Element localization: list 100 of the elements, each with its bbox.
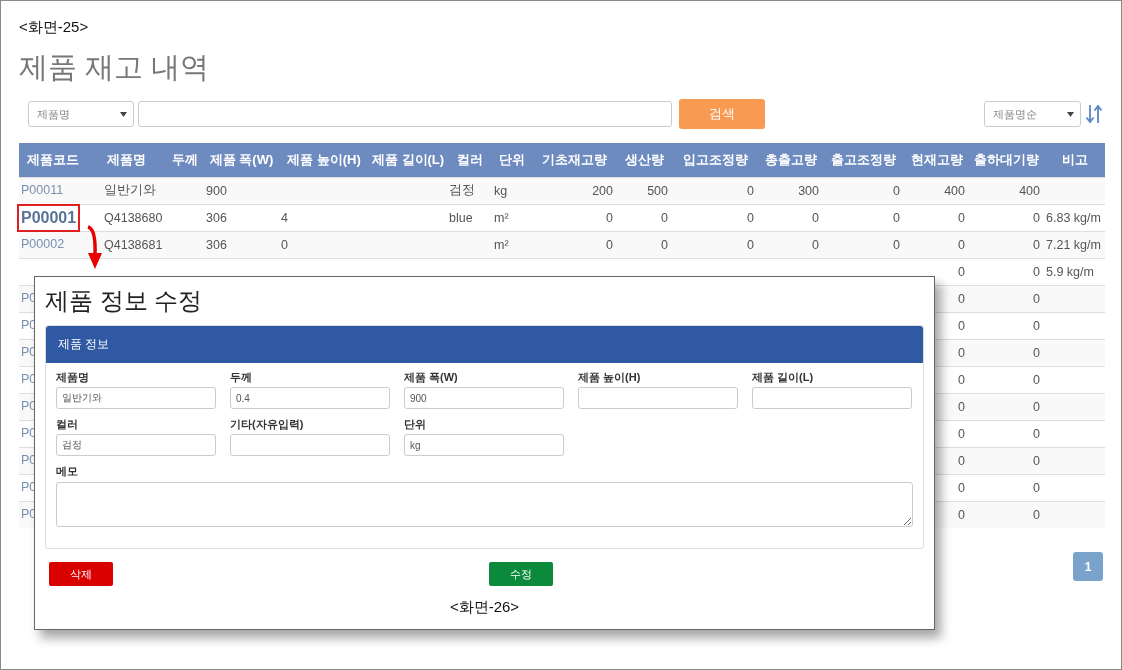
- field-label: 기타(자유입력): [230, 417, 304, 431]
- save-button[interactable]: 수정: [489, 562, 553, 586]
- product-code-link[interactable]: P00002: [21, 237, 65, 252]
- input-field[interactable]: 일반기와: [56, 387, 216, 409]
- field-label: 컬러: [56, 417, 78, 431]
- table-cell: 검정: [449, 183, 475, 197]
- field-label: 제품 폭(W): [404, 370, 458, 384]
- table-cell: 0: [1033, 318, 1040, 333]
- table-cell: 0: [606, 210, 613, 225]
- table-cell: 0: [958, 210, 965, 225]
- table-cell: 0: [958, 264, 965, 279]
- table-cell: 일반기와: [104, 183, 156, 197]
- column-header: 제품 폭(W): [204, 143, 279, 177]
- caret-icon: [120, 111, 127, 117]
- column-header: 기초재고량: [532, 143, 617, 177]
- table-cell: 0: [1033, 507, 1040, 522]
- input-field[interactable]: 900: [404, 387, 564, 409]
- table-cell: 0: [661, 210, 668, 225]
- field-label: 메모: [56, 464, 78, 478]
- column-header: 컬러: [447, 143, 492, 177]
- table-cell: 0: [812, 210, 819, 225]
- table-cell: 0: [812, 237, 819, 252]
- table-cell: 0: [958, 480, 965, 495]
- field-select[interactable]: 제품명: [28, 101, 134, 127]
- table-cell: kg: [494, 183, 508, 198]
- table-cell: 5.9 kg/m: [1046, 264, 1094, 279]
- table-cell: blue: [449, 210, 473, 225]
- page-button[interactable]: 1: [1073, 552, 1103, 581]
- column-header: 총출고량: [758, 143, 823, 177]
- table-cell: 0: [958, 507, 965, 522]
- caret-icon: [1067, 111, 1074, 117]
- table-cell: 400: [1019, 183, 1040, 198]
- table-cell: 0: [958, 345, 965, 360]
- table-cell: 0: [893, 210, 900, 225]
- column-header: 제품 높이(H): [279, 143, 369, 177]
- page-title: 제품 재고 내역: [19, 50, 210, 85]
- input-field[interactable]: [578, 387, 738, 409]
- table-cell: 0: [1033, 345, 1040, 360]
- sort-icon[interactable]: [1085, 104, 1103, 124]
- sort-select[interactable]: 제품명순: [984, 101, 1081, 127]
- table-cell: 200: [592, 183, 613, 198]
- table-cell: 300: [798, 183, 819, 198]
- table-cell: 306: [206, 237, 227, 252]
- product-code-link[interactable]: P00011: [21, 183, 64, 198]
- field-label: 두께: [230, 370, 252, 384]
- column-header: 제품명: [86, 143, 166, 177]
- table-cell: 0: [1033, 264, 1040, 279]
- table-cell: 0: [1033, 399, 1040, 414]
- column-header: 제품 길이(L): [369, 143, 447, 177]
- input-field[interactable]: [752, 387, 912, 409]
- table-cell: 306: [206, 210, 227, 225]
- table-cell: 0: [1033, 426, 1040, 441]
- table-cell: 0: [606, 237, 613, 252]
- screen-caption: <화면-25>: [19, 17, 89, 37]
- table-cell: 0: [1033, 237, 1040, 252]
- table-cell: 0: [958, 291, 965, 306]
- table-cell: 7.21 kg/m: [1046, 237, 1101, 252]
- column-header: 제품코드: [19, 143, 86, 177]
- input-field[interactable]: 검정: [56, 434, 216, 456]
- input-field[interactable]: kg: [404, 434, 564, 456]
- table-cell: 0: [1033, 372, 1040, 387]
- panel-header: 제품 정보: [46, 326, 923, 363]
- table-cell: 0: [281, 237, 288, 252]
- table-cell: 900: [206, 183, 227, 198]
- field-label: 단위: [404, 417, 426, 431]
- table-cell: 0: [1033, 210, 1040, 225]
- dialog-title: 제품 정보 수정: [45, 286, 203, 316]
- table-cell: m²: [494, 210, 509, 225]
- table-cell: 0: [1033, 480, 1040, 495]
- search-field[interactable]: [138, 101, 672, 127]
- arrow-icon: [87, 223, 103, 271]
- table-cell: 0: [958, 453, 965, 468]
- table-cell: m²: [494, 237, 509, 252]
- column-header: 단위: [492, 143, 532, 177]
- table-cell: 0: [1033, 453, 1040, 468]
- column-header: 생산량: [617, 143, 672, 177]
- delete-button[interactable]: 삭제: [49, 562, 113, 586]
- column-header: 두께: [166, 143, 204, 177]
- field-label: 제품 높이(H): [578, 370, 641, 384]
- table-cell: 0: [893, 237, 900, 252]
- table-cell: 500: [647, 183, 668, 198]
- table-cell: 0: [958, 426, 965, 441]
- table-cell: 0: [1033, 291, 1040, 306]
- input-field[interactable]: [230, 434, 390, 456]
- field-label: 제품 길이(L): [752, 370, 814, 384]
- screen-caption: <화면-26>: [449, 598, 520, 617]
- table-cell: 0: [958, 372, 965, 387]
- table-cell: 400: [944, 183, 965, 198]
- table-cell: Q4138681: [104, 237, 163, 252]
- table-cell: 0: [661, 237, 668, 252]
- table-cell: 0: [747, 210, 754, 225]
- table-cell: 0: [958, 237, 965, 252]
- table-cell: 0: [893, 183, 900, 198]
- input-field[interactable]: 0.4: [230, 387, 390, 409]
- search-button[interactable]: 검색: [679, 99, 765, 129]
- table-cell: 4: [281, 210, 288, 225]
- column-header: 현재고량: [904, 143, 969, 177]
- memo-field[interactable]: [56, 482, 913, 527]
- table-cell: Q4138680: [104, 210, 163, 225]
- column-header: 출고조정량: [823, 143, 904, 177]
